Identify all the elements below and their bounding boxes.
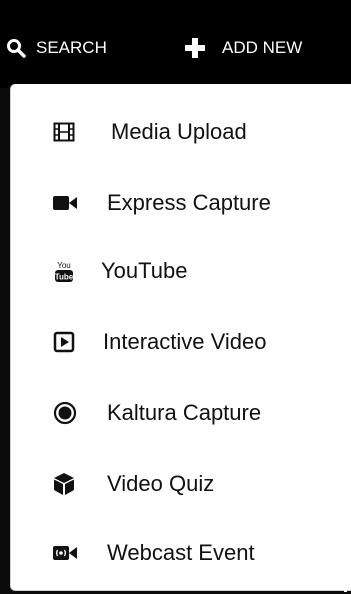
menu-item-label: Express Capture: [107, 190, 271, 215]
search-label: SEARCH: [36, 38, 107, 57]
svg-text:You: You: [57, 261, 71, 270]
svg-text:Tube: Tube: [55, 273, 74, 282]
menu-item-media-upload[interactable]: Media Upload: [11, 106, 351, 158]
search-icon: [6, 38, 26, 58]
menu-item-interactive-video[interactable]: Interactive Video: [11, 316, 351, 368]
app-frame: SEARCH ADD NEW Media Upload Express Capt…: [0, 0, 351, 594]
add-new-button[interactable]: ADD NEW: [185, 33, 302, 63]
play-square-icon: [53, 331, 75, 353]
search-button[interactable]: SEARCH: [6, 33, 107, 63]
plus-icon: [185, 38, 205, 58]
menu-item-label: Kaltura Capture: [107, 400, 262, 425]
edge-highlight: [344, 578, 347, 592]
menu-item-youtube[interactable]: You Tube YouTube: [11, 245, 351, 297]
menu-item-label: Interactive Video: [103, 329, 267, 354]
video-camera-icon: [53, 194, 77, 212]
cube-icon: [53, 472, 75, 496]
menu-item-kaltura-capture[interactable]: Kaltura Capture: [11, 387, 351, 439]
menu-item-label: Webcast Event: [107, 540, 255, 565]
add-new-dropdown-menu: Media Upload Express Capture You Tube Yo…: [10, 84, 351, 591]
record-icon: [53, 401, 77, 425]
menu-item-label: Media Upload: [111, 119, 247, 144]
webcast-icon: [53, 545, 77, 561]
menu-item-webcast-event[interactable]: Webcast Event: [11, 527, 351, 579]
film-icon: [53, 121, 75, 143]
menu-item-video-quiz[interactable]: Video Quiz: [11, 458, 351, 510]
menu-item-express-capture[interactable]: Express Capture: [11, 177, 351, 229]
menu-item-label: Video Quiz: [107, 471, 215, 496]
top-navigation-bar: SEARCH ADD NEW: [0, 0, 351, 88]
add-new-label: ADD NEW: [222, 38, 303, 57]
youtube-icon: You Tube: [53, 259, 75, 283]
menu-item-label: YouTube: [101, 258, 188, 283]
